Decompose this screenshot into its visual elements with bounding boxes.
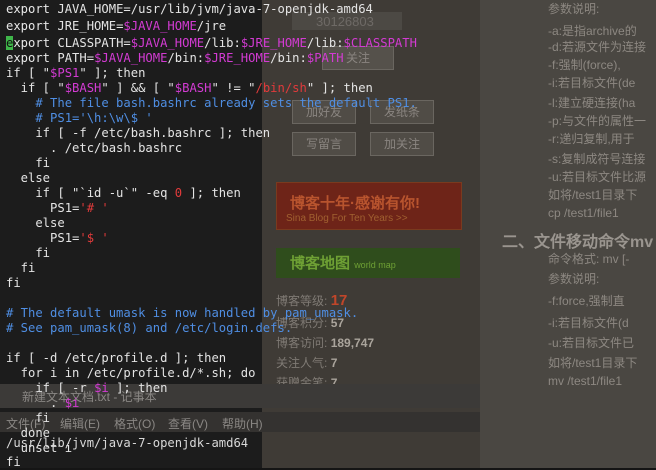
code-line-16: PS1='$ ': [6, 231, 109, 245]
code-line-24: if [ -d /etc/profile.d ]; then: [6, 351, 227, 365]
code-line-12: else: [6, 171, 51, 185]
code-line-7: # The file bash.bashrc already sets the …: [6, 96, 417, 110]
code-line-9: if [ -f /etc/bash.bashrc ]; then: [6, 126, 271, 140]
code-line-2: export JRE_HOME=$JAVA_HOME/jre: [6, 19, 227, 33]
code-line-5: if [ "$PS1" ]; then: [6, 66, 146, 80]
code-line-28: fi: [6, 411, 51, 425]
code-line-6: if [ "$BASH" ] && [ "$BASH" != "/bin/sh"…: [6, 81, 373, 95]
code-line-15: else: [6, 216, 65, 230]
output-line: /usr/lib/jvm/java-7-openjdk-amd64: [6, 436, 249, 450]
code-line-11: fi: [6, 156, 51, 170]
code-line-10: . /etc/bash.bashrc: [6, 141, 183, 155]
code-line-4: export PATH=$JAVA_HOME/bin:$JRE_HOME/bin…: [6, 51, 344, 65]
code-line-8: # PS1='\h:\w\$ ': [6, 111, 153, 125]
code-line-25: for i in /etc/profile.d/*.sh; do: [6, 366, 256, 380]
code-line-3: export CLASSPATH=$JAVA_HOME/lib:$JRE_HOM…: [6, 36, 417, 50]
code-line-19: fi: [6, 276, 21, 290]
code-line-18: fi: [6, 261, 36, 275]
code-line-22: # See pam_umask(8) and /etc/login.defs.: [6, 321, 293, 335]
terminal-text-area[interactable]: export JAVA_HOME=/usr/lib/jvm/java-7-ope…: [0, 0, 656, 469]
code-line-13: if [ "`id -u`" -eq 0 ]; then: [6, 186, 241, 200]
code-line-17: fi: [6, 246, 51, 260]
code-line-14: PS1='# ': [6, 201, 109, 215]
code-line-27: . $i: [6, 396, 80, 410]
code-line-1: export JAVA_HOME=/usr/lib/jvm/java-7-ope…: [6, 2, 373, 16]
code-line-26: if [ -r $i ]; then: [6, 381, 168, 395]
code-line-21: # The default umask is now handled by pa…: [6, 306, 359, 320]
